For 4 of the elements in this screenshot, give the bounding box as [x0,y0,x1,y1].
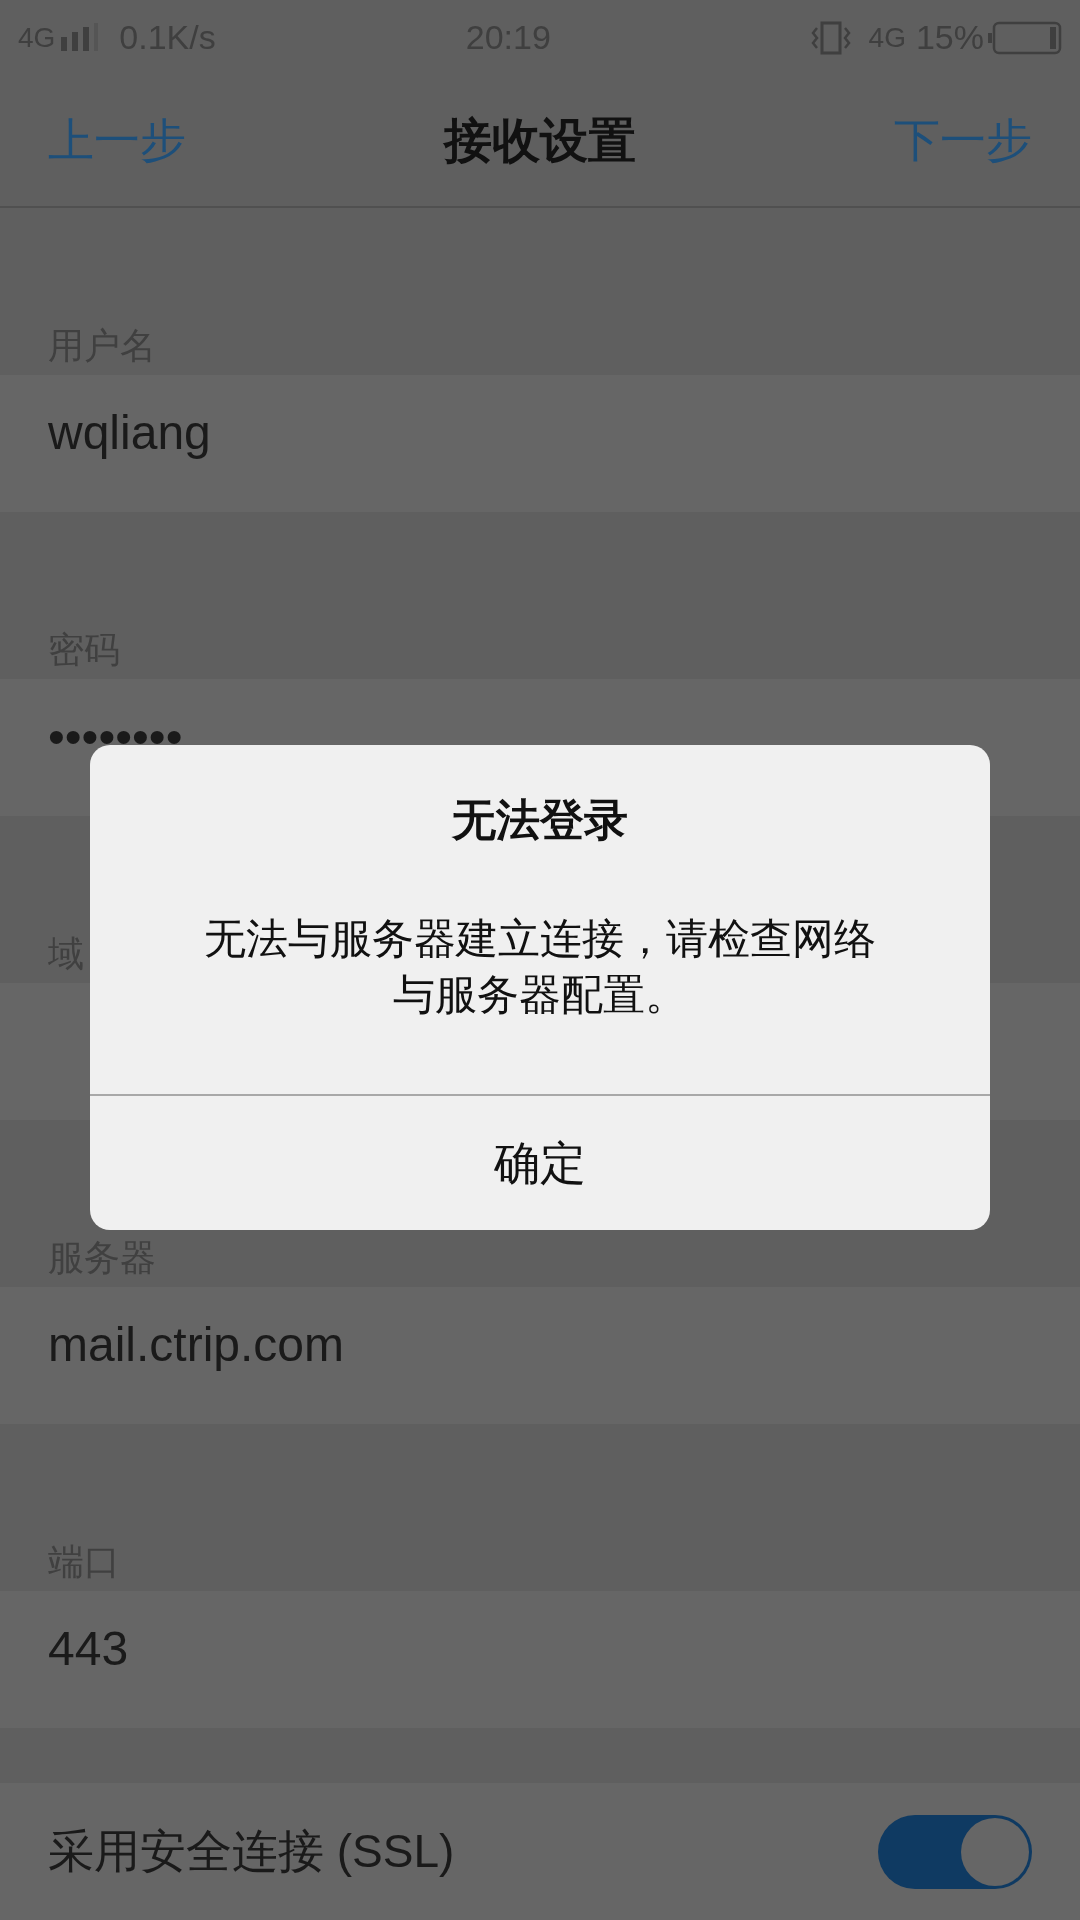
dialog-title: 无法登录 [452,794,628,846]
page-title: 接收设置 [444,112,636,169]
dialog-message: 无法与服务器建立连接，请检查网络与服务器配置。 [203,914,877,1020]
ssl-label: 采用安全连接 (SSL) [48,1824,455,1879]
